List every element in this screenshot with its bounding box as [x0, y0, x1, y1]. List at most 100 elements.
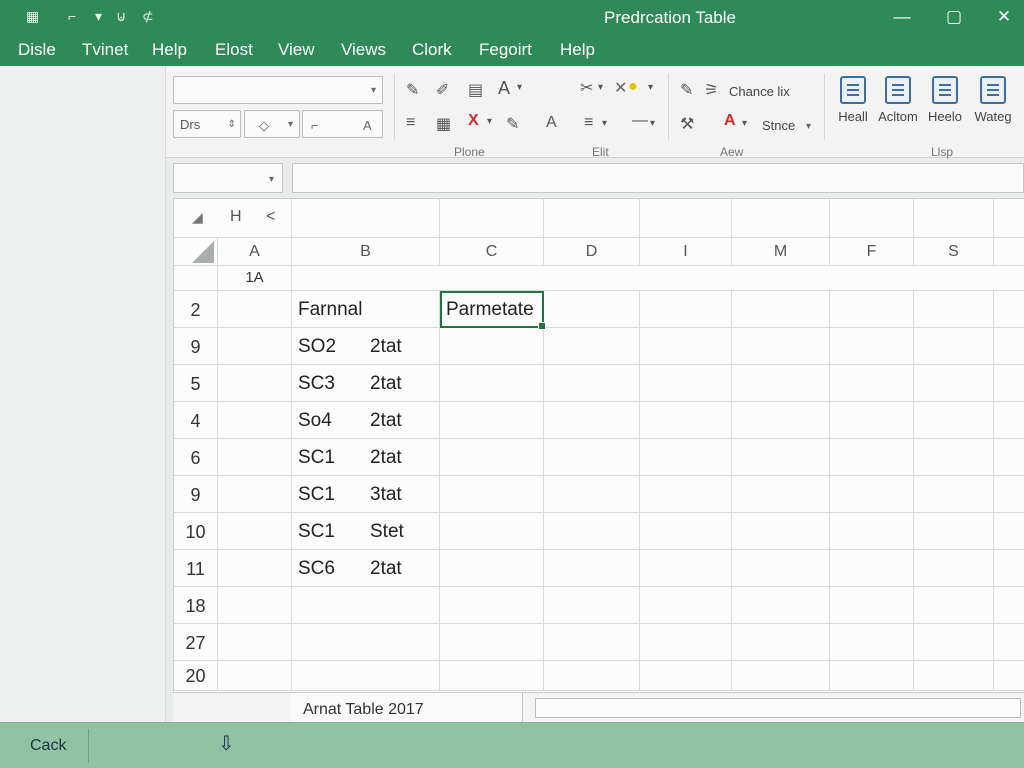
cell[interactable]	[440, 199, 544, 238]
close-button[interactable]: ✕	[984, 4, 1024, 30]
cell[interactable]	[994, 550, 1024, 587]
row-header[interactable]: 10	[174, 513, 218, 550]
cell[interactable]	[292, 624, 440, 661]
chevron-down-icon[interactable]: ▾	[742, 118, 747, 129]
cell[interactable]	[830, 513, 914, 550]
cell[interactable]	[544, 624, 640, 661]
cell[interactable]	[994, 328, 1024, 365]
cell[interactable]	[732, 439, 830, 476]
cell[interactable]	[544, 439, 640, 476]
column-header[interactable]	[994, 238, 1024, 266]
row-header[interactable]: 4	[174, 402, 218, 439]
cell[interactable]	[732, 402, 830, 439]
font-icon[interactable]: A	[498, 78, 510, 99]
font-name-dropdown[interactable]: ▾	[173, 76, 383, 104]
font-icon[interactable]: A	[546, 114, 557, 132]
font-size-field[interactable]: Drs ⇕	[173, 110, 241, 138]
cell[interactable]	[914, 439, 994, 476]
tools-icon[interactable]: ⚒	[680, 114, 694, 134]
cell[interactable]	[994, 624, 1024, 661]
cell[interactable]	[914, 587, 994, 624]
name-box[interactable]: ▾	[173, 163, 283, 193]
cell[interactable]	[440, 402, 544, 439]
cell[interactable]	[544, 402, 640, 439]
cell[interactable]	[440, 476, 544, 513]
brush-icon[interactable]: ✎	[680, 80, 693, 100]
warning-icon[interactable]: ●	[628, 78, 638, 96]
row-header[interactable]: 11	[174, 550, 218, 587]
column-header[interactable]: B	[292, 238, 440, 266]
cell[interactable]	[218, 587, 292, 624]
row-header[interactable]: 27	[174, 624, 218, 661]
edit-icon[interactable]: ✎	[506, 114, 519, 134]
cell[interactable]	[830, 439, 914, 476]
format-icon[interactable]: ⚞	[704, 80, 718, 100]
chevron-down-icon[interactable]: ▾	[602, 118, 607, 129]
column-header[interactable]: A	[218, 238, 292, 266]
table-icon[interactable]: ▤	[468, 80, 483, 100]
cell[interactable]	[218, 513, 292, 550]
cell[interactable]	[994, 199, 1024, 238]
select-icon[interactable]: ◢	[192, 209, 203, 226]
cell[interactable]	[830, 624, 914, 661]
cell[interactable]	[440, 439, 544, 476]
cell[interactable]	[732, 328, 830, 365]
cell[interactable]	[544, 199, 640, 238]
cell[interactable]	[640, 439, 732, 476]
cell[interactable]: Farnnal	[292, 291, 440, 328]
pencil-icon[interactable]: ✎	[406, 80, 419, 100]
row-header[interactable]: 18	[174, 587, 218, 624]
row-header[interactable]: 9	[174, 328, 218, 365]
align-icon[interactable]: ≡	[406, 114, 415, 132]
cell[interactable]	[732, 587, 830, 624]
column-header[interactable]: C	[440, 238, 544, 266]
cell[interactable]	[732, 476, 830, 513]
cell[interactable]	[544, 661, 640, 691]
cell[interactable]	[440, 661, 544, 691]
cell[interactable]	[732, 365, 830, 402]
menu-item[interactable]: Help	[560, 40, 595, 60]
cell[interactable]	[994, 439, 1024, 476]
menu-item[interactable]: Views	[341, 40, 386, 60]
cell[interactable]	[914, 199, 994, 238]
align-icon[interactable]: ≡	[584, 114, 593, 132]
cell[interactable]	[292, 199, 440, 238]
cell[interactable]	[640, 365, 732, 402]
cell[interactable]: So4 2tat	[292, 402, 440, 439]
chevron-down-icon[interactable]: ▾	[648, 82, 653, 93]
cell[interactable]	[544, 513, 640, 550]
cell[interactable]	[292, 661, 440, 691]
column-header[interactable]: M	[732, 238, 830, 266]
cell[interactable]	[640, 476, 732, 513]
cell[interactable]	[292, 266, 1024, 291]
cell[interactable]	[914, 402, 994, 439]
row-header[interactable]: 6	[174, 439, 218, 476]
chevron-down-icon[interactable]: ▾	[487, 116, 492, 127]
cell[interactable]: SC3 2tat	[292, 365, 440, 402]
cell[interactable]: SC1 Stet	[292, 513, 440, 550]
horizontal-scrollbar[interactable]	[535, 698, 1021, 718]
minus-icon[interactable]: —	[632, 112, 648, 130]
cell[interactable]	[732, 550, 830, 587]
menu-item[interactable]: View	[278, 40, 315, 60]
big-button-2[interactable]: Heelo	[920, 74, 970, 138]
dropdown-icon[interactable]: ▾	[95, 8, 102, 25]
cell[interactable]	[218, 328, 292, 365]
cell[interactable]	[440, 513, 544, 550]
cell[interactable]	[292, 587, 440, 624]
cell[interactable]	[440, 624, 544, 661]
chevron-down-icon[interactable]: ▾	[650, 118, 655, 129]
menu-item[interactable]: Disle	[18, 40, 56, 60]
cell[interactable]	[640, 587, 732, 624]
grid-icon[interactable]: ▦	[26, 8, 39, 25]
cell[interactable]	[732, 291, 830, 328]
cell[interactable]	[544, 365, 640, 402]
big-button-0[interactable]: Heall	[828, 74, 878, 138]
cell[interactable]	[914, 513, 994, 550]
cell[interactable]	[830, 550, 914, 587]
download-arrow-icon[interactable]: ⇩	[218, 731, 235, 756]
cell[interactable]	[732, 624, 830, 661]
undo-icon[interactable]: ⊍	[116, 8, 126, 25]
cell[interactable]	[830, 365, 914, 402]
chevron-down-icon[interactable]: ▾	[598, 82, 603, 93]
